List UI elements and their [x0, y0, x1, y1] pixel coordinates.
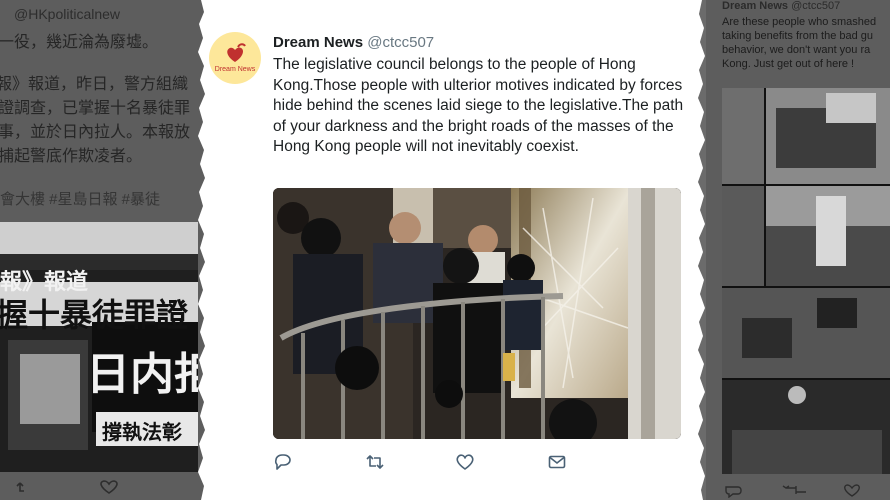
left-image-caption: 握十暴徒罪證 [0, 296, 189, 334]
display-name[interactable]: Dream News [273, 34, 363, 51]
retweet-icon[interactable] [365, 452, 385, 472]
left-tweet-handle: @HKpoliticalnew [14, 6, 121, 22]
right-tweet-header: Dream News @ctcc507 [722, 0, 840, 12]
grid-image [766, 88, 890, 184]
reply-icon[interactable] [273, 452, 293, 472]
right-actions-icons [725, 484, 860, 499]
grid-image [766, 186, 890, 286]
left-tweet-line: 一役，幾近淪為廢墟。 [0, 32, 159, 51]
protest-photo-illustration [273, 188, 681, 439]
right-tweet-display-name: Dream News [722, 0, 789, 12]
grid-image [722, 186, 764, 286]
avatar[interactable]: Dream News [209, 32, 261, 84]
left-image-caption: 撐執法彰 [102, 420, 182, 444]
left-background-tweet: @HKpoliticalnew 一役，幾近淪為廢墟。 報》報道，昨日，警方組織 … [0, 0, 205, 500]
left-tweet-line: 報》報道，昨日，警方組織 [0, 74, 189, 93]
left-tweet-line: 事，並於日內拉人。本報放 [0, 122, 191, 141]
left-tweet-line: 證調查，已掌握十名暴徒罪 [0, 98, 191, 117]
right-tweet-handle: @ctcc507 [791, 0, 841, 12]
grid-image [722, 88, 764, 184]
dream-news-logo-icon [227, 43, 246, 62]
left-tweet-line: 捕起警底作欺凌者。 [0, 146, 143, 165]
tweet-card: Dream News Dream News @ctcc507 The legis… [205, 0, 696, 500]
left-actions-icons [16, 480, 118, 494]
avatar-text: Dream News [214, 66, 256, 73]
left-image-caption: 日内拒 [86, 349, 198, 400]
tweet-action-bar [273, 452, 573, 472]
left-tweet-hashtags: 會大樓 #星島日報 #暴徒 [0, 191, 161, 208]
tweet-header: Dream News @ctcc507 [273, 34, 434, 51]
grid-image [722, 380, 890, 474]
grid-image [722, 288, 890, 378]
heart-icon[interactable] [455, 452, 475, 472]
user-handle[interactable]: @ctcc507 [367, 34, 434, 51]
left-tweet-image: 報》報道 握十暴徒罪證 日内拒 撐執法彰 [0, 222, 198, 472]
right-tweet-text: Are these people who smashed taking bene… [722, 16, 877, 70]
right-tweet-image-grid [722, 88, 890, 474]
tweet-text: The legislative council belongs to the p… [273, 56, 684, 155]
right-tweet-actions [724, 482, 874, 500]
tweet-photo[interactable] [273, 188, 681, 439]
left-tweet-actions [8, 478, 118, 500]
envelope-icon[interactable] [547, 452, 567, 472]
right-background-tweet: Dream News @ctcc507 Are these people who… [706, 0, 890, 500]
